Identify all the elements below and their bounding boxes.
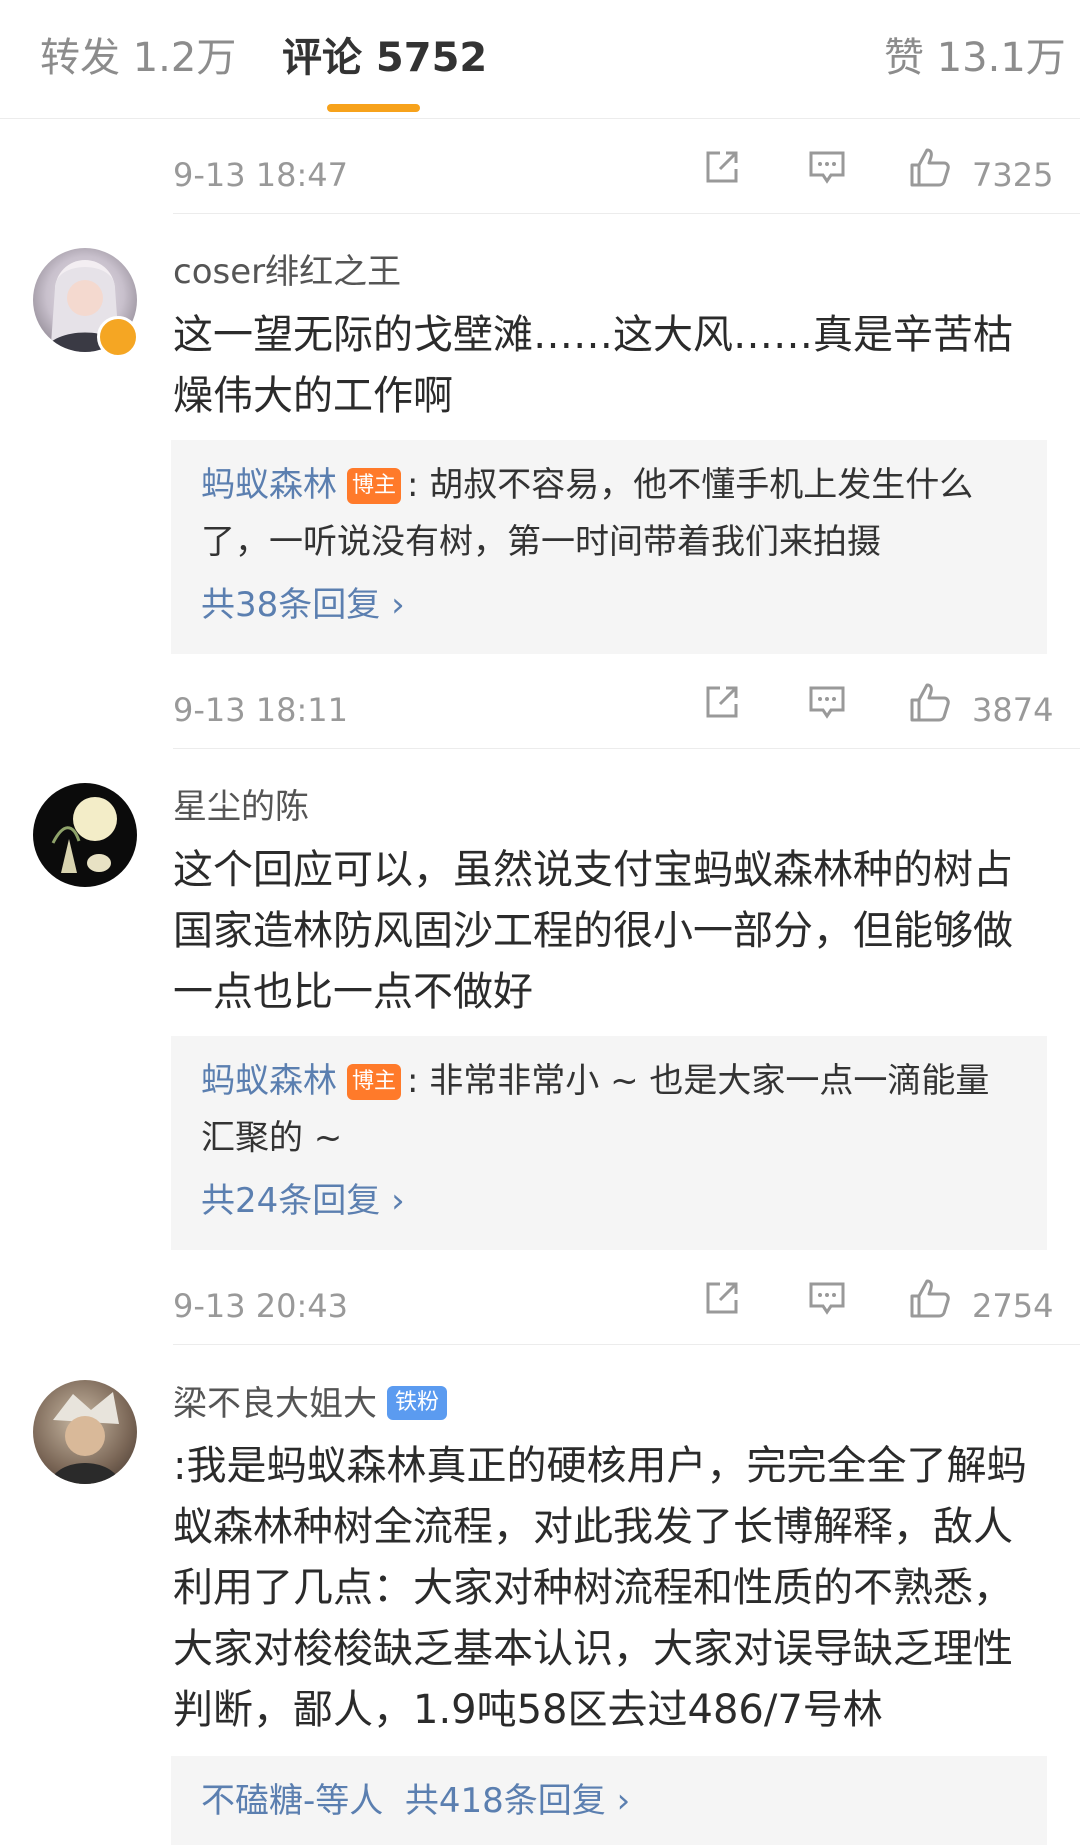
reply-text: : 胡叔不容易，他不懂手机上发生什么 <box>407 465 974 505</box>
reply-preview-box[interactable]: 蚂蚁森林 博主: 胡叔不容易，他不懂手机上发生什么 了，一听说没有树，第一时间带着… <box>171 440 1047 654</box>
thumbs-up-icon[interactable] <box>908 1276 956 1324</box>
fan-badge: 铁粉 <box>387 1385 448 1420</box>
comment-actions-row: 9-13 18:47 7325 <box>173 145 1080 205</box>
divider <box>173 748 1080 749</box>
verified-badge-icon <box>97 316 139 358</box>
reply-preview-box[interactable]: 蚂蚁森林 博主: 非常非常小 ~ 也是大家一点一滴能量 汇聚的 ~ 共24条回复 … <box>171 1036 1047 1250</box>
comment-actions-row: 9-13 20:43 2754 <box>173 1276 1080 1336</box>
reply-line: 了，一听说没有树，第一时间带着我们来拍摄 <box>201 522 881 562</box>
comment-username[interactable]: 星尘的陈 <box>173 783 309 831</box>
host-badge: 博主 <box>347 468 401 504</box>
comment-text-line: 利用了几点：大家对种树流程和性质的不熟悉， <box>173 1565 1013 1611</box>
comment-text-line: 这一望无际的戈壁滩……这大风……真是辛苦枯 <box>173 312 1013 358</box>
comment-username[interactable]: coser绯红之王 <box>173 248 401 296</box>
thumbs-up-icon[interactable] <box>908 145 956 193</box>
divider <box>173 213 1080 214</box>
more-replies-link[interactable]: 共38条回复 › <box>201 580 405 630</box>
tab-bar: 转发 1.2万 评论 5752 赞 13.1万 <box>0 0 1080 119</box>
comment-time: 9-13 18:11 <box>173 691 349 729</box>
comment-text-line: 蚁森林种树全流程，对此我发了长博解释，敌人 <box>173 1504 1013 1550</box>
reply-author[interactable]: 不磕糖-等人 <box>201 1781 383 1821</box>
tab-likes[interactable]: 赞 13.1万 <box>884 30 1066 86</box>
comment-actions-row: 9-13 18:11 3874 <box>173 680 1080 740</box>
comment-text-line: 国家造林防风固沙工程的很小一部分，但能够做 <box>173 908 1013 954</box>
avatar[interactable] <box>33 783 137 887</box>
share-icon[interactable] <box>700 680 748 728</box>
comment-icon[interactable] <box>805 680 853 728</box>
comment-text-line: 判断，鄙人，1.9吨58区去过486/7号林 <box>173 1687 883 1733</box>
share-icon[interactable] <box>700 1276 748 1324</box>
active-tab-indicator <box>327 104 420 112</box>
like-count: 3874 <box>972 691 1054 729</box>
comment-time: 9-13 20:43 <box>173 1287 349 1325</box>
username-text: 梁不良大姐大 <box>173 1384 377 1424</box>
comment-username[interactable]: 梁不良大姐大 铁粉 <box>173 1380 448 1428</box>
tab-repost[interactable]: 转发 1.2万 <box>40 30 236 86</box>
reply-line: 汇聚的 ~ <box>201 1118 343 1158</box>
comment-text-line: 一点也比一点不做好 <box>173 969 533 1015</box>
comment-text-line: 这个回应可以，虽然说支付宝蚂蚁森林种的树占 <box>173 847 1013 893</box>
comment-text-line: 燥伟大的工作啊 <box>173 373 453 419</box>
more-replies-link[interactable]: 共24条回复 › <box>201 1176 405 1226</box>
share-icon[interactable] <box>700 145 748 193</box>
like-count: 2754 <box>972 1287 1054 1325</box>
reply-preview-box[interactable]: 不磕糖-等人 共418条回复 › <box>171 1756 1047 1845</box>
reply-line: 蚂蚁森林 博主: 非常非常小 ~ 也是大家一点一滴能量 <box>201 1053 1021 1110</box>
divider <box>173 1344 1080 1345</box>
reply-author[interactable]: 蚂蚁森林 <box>201 465 337 505</box>
comment-icon[interactable] <box>805 145 853 193</box>
like-count: 7325 <box>972 156 1054 194</box>
reply-line: 蚂蚁森林 博主: 胡叔不容易，他不懂手机上发生什么 <box>201 457 1021 514</box>
reply-summary: 不磕糖-等人 共418条回复 › <box>201 1776 630 1826</box>
comment-time: 9-13 18:47 <box>173 156 349 194</box>
tab-comments[interactable]: 评论 5752 <box>282 30 487 86</box>
avatar[interactable] <box>33 1380 137 1484</box>
comment-text-line: 大家对梭梭缺乏基本认识，大家对误导缺乏理性 <box>173 1626 1013 1672</box>
reply-text: : 非常非常小 ~ 也是大家一点一滴能量 <box>407 1061 990 1101</box>
thumbs-up-icon[interactable] <box>908 680 956 728</box>
comment-icon[interactable] <box>805 1276 853 1324</box>
host-badge: 博主 <box>347 1064 401 1100</box>
more-replies-link[interactable]: 共418条回复 › <box>405 1781 630 1821</box>
reply-author[interactable]: 蚂蚁森林 <box>201 1061 337 1101</box>
comment-text-line: :我是蚂蚁森林真正的硬核用户，完完全全了解蚂 <box>173 1443 1027 1489</box>
